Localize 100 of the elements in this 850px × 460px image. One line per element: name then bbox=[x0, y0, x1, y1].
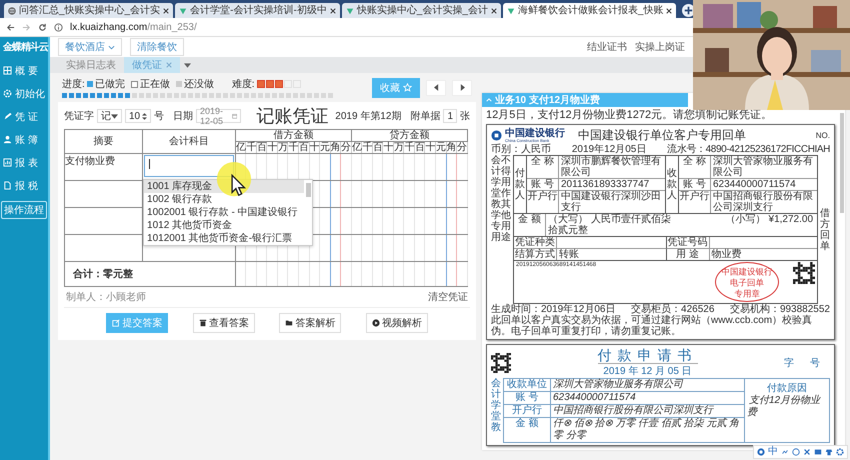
clear-industry-button[interactable]: 清除餐饮 bbox=[130, 38, 184, 56]
close-icon[interactable] bbox=[490, 8, 497, 14]
sidebar-item[interactable]: 报 表 bbox=[1, 153, 47, 172]
play-icon bbox=[372, 319, 380, 327]
left-triangle-icon bbox=[434, 84, 438, 91]
voucher-number-field[interactable]: 10 bbox=[125, 109, 152, 123]
sidebar-item[interactable]: 账 簿 bbox=[1, 130, 47, 149]
column-header: 会计科目 bbox=[142, 130, 236, 154]
field-value: 深圳市鹏辉餐饮管理有限公司 bbox=[560, 156, 662, 178]
grid-icon bbox=[3, 66, 12, 75]
top-link[interactable]: 实操上岗证 bbox=[635, 40, 685, 54]
digit-header: 亿 bbox=[351, 142, 362, 154]
input-method-text[interactable]: 中 bbox=[768, 447, 778, 457]
clear-voucher-link[interactable]: 清空凭证 bbox=[428, 290, 468, 304]
industry-select[interactable]: 餐饮酒店 bbox=[58, 38, 122, 56]
digit-header: 角 bbox=[446, 142, 457, 154]
field-value: 中国建设银行深圳沙田支行 bbox=[560, 191, 662, 213]
copy-label: 借方回单 bbox=[820, 208, 830, 252]
close-icon[interactable] bbox=[666, 8, 672, 14]
folder-icon bbox=[285, 319, 294, 327]
account-option[interactable]: 1012 其他货币资金 bbox=[144, 219, 304, 232]
digit-header: 万 bbox=[277, 142, 288, 154]
browser-tab[interactable]: 问答汇总_快账实操中心_会计实 bbox=[4, 3, 174, 18]
date-field[interactable]: 2019-12-05 bbox=[196, 109, 242, 123]
shirt-icon[interactable] bbox=[825, 448, 833, 456]
summary-cell-text: 支付物业费 bbox=[65, 156, 115, 167]
account-option[interactable]: 1002 银行存款 bbox=[144, 193, 304, 206]
sidebar-item[interactable]: 初始化 bbox=[1, 84, 47, 103]
field-label: 附单据 bbox=[410, 110, 440, 123]
digit-header: 分 bbox=[340, 142, 352, 154]
browser-tab[interactable]: 会计学堂-会计实操培训-初级中 bbox=[175, 3, 340, 18]
digit-header: 千 bbox=[288, 142, 298, 154]
field-value: 中国招商银行股份有限公司深圳支行 bbox=[552, 405, 713, 417]
field-label: 全 称 bbox=[527, 156, 559, 178]
footer-text: 生成时间：2019年12月06日 bbox=[491, 304, 616, 315]
sidebar-item[interactable]: 凭 证 bbox=[1, 107, 47, 126]
receipt-number-label: NO. bbox=[816, 131, 830, 140]
currency-text: 币别：人民币 bbox=[491, 144, 551, 155]
field-label: 账 号 bbox=[504, 392, 551, 404]
close-icon[interactable] bbox=[330, 8, 336, 14]
sidebar-item[interactable]: 报 税 bbox=[1, 176, 47, 195]
receipt-title: 中国建设银行单位客户专用回单 bbox=[578, 127, 746, 144]
footer-text: 交易柜员：426526 bbox=[631, 304, 714, 315]
digit-header: 元 bbox=[320, 142, 330, 154]
top-link[interactable]: 结业证书 bbox=[587, 40, 627, 54]
caret-icon[interactable] bbox=[184, 62, 191, 68]
period-text: 2019 年第12期 bbox=[335, 110, 402, 123]
spinner-icon[interactable] bbox=[142, 112, 148, 120]
scrollbar[interactable] bbox=[840, 113, 844, 213]
url-text[interactable]: lx.kuaizhang.com/main_253/ bbox=[70, 22, 197, 32]
field-label: 开户行 bbox=[679, 191, 711, 213]
voucher-word-select[interactable]: 记 bbox=[97, 109, 122, 123]
tray-icons-drawing[interactable] bbox=[781, 448, 789, 456]
star-icon bbox=[403, 83, 412, 92]
sidebar-item[interactable]: 概 要 bbox=[1, 61, 47, 80]
field-label: 付款原因 bbox=[766, 382, 808, 395]
info-icon[interactable] bbox=[54, 22, 63, 32]
receipt-notice: 此回单以客户真实交易为依据，可通过建行网站（www.ccb.com）校验真伪。电子回单可重复打印，请勿重复记账。 bbox=[491, 315, 814, 337]
field-label: 结算方式 bbox=[514, 249, 557, 260]
gear-icon[interactable] bbox=[836, 448, 844, 456]
reload-icon[interactable] bbox=[38, 22, 47, 32]
caret-icon bbox=[486, 98, 492, 102]
account-option[interactable]: 1012001 其他货币资金-银行汇票 bbox=[144, 232, 304, 245]
party-role: 付款人 bbox=[515, 168, 525, 201]
scrollbar[interactable] bbox=[306, 183, 312, 197]
digit-header: 百 bbox=[414, 142, 425, 154]
voucher-title: 记账凭证 bbox=[256, 105, 328, 128]
field-value: 支付12月份物业费 bbox=[747, 395, 820, 418]
attachments-field[interactable]: 1 bbox=[443, 109, 457, 123]
field-label: 字 bbox=[784, 356, 794, 370]
account-option[interactable]: 1002001 银行存款 - 中国建设银行 bbox=[144, 206, 304, 219]
next-button[interactable] bbox=[452, 80, 472, 96]
legend-text: 已做完 bbox=[94, 78, 125, 91]
digit-header: 百 bbox=[372, 142, 383, 154]
browser-tab[interactable]: 快账实操中心_会计实操_会计 bbox=[342, 3, 501, 18]
action-button[interactable]: 答案解析 bbox=[279, 313, 342, 333]
digit-header: 千 bbox=[362, 142, 372, 154]
previous-button[interactable] bbox=[426, 80, 446, 96]
legend-square-icon bbox=[176, 81, 182, 87]
action-button[interactable]: 查看答案 bbox=[192, 313, 255, 333]
field-label: 张 bbox=[460, 110, 470, 123]
people-icon bbox=[3, 135, 12, 144]
calendar-icon[interactable] bbox=[232, 112, 238, 120]
bank-logo-icon bbox=[491, 130, 502, 141]
maker-text: 制单人：小顾老师 bbox=[66, 290, 146, 304]
circle-icon[interactable] bbox=[757, 448, 765, 456]
close-icon[interactable] bbox=[163, 8, 170, 14]
back-icon[interactable] bbox=[6, 22, 15, 32]
flow-button[interactable]: 操作流程 bbox=[1, 201, 47, 219]
caret-icon bbox=[111, 114, 118, 118]
digit-header: 千 bbox=[404, 142, 414, 154]
form-date: 2019 年 12 月 05 日 bbox=[603, 365, 692, 378]
digit-header: 百 bbox=[256, 142, 267, 154]
qr-code-icon bbox=[793, 262, 815, 284]
field-label: 金 额 bbox=[504, 418, 551, 442]
field-label: 凭证号码 bbox=[666, 237, 710, 248]
browser-tab[interactable]: 海鲜餐饮会计做账会计报表_快账 bbox=[502, 3, 676, 18]
field-value: 2011361893337747 bbox=[560, 179, 650, 190]
action-button[interactable]: 视频解析 bbox=[366, 313, 428, 333]
field-value: 仟⊗ 佰⊗ 拾⊗ 万零 仟壹 佰贰 拾柒 元贰 角零 分零 bbox=[552, 418, 740, 442]
